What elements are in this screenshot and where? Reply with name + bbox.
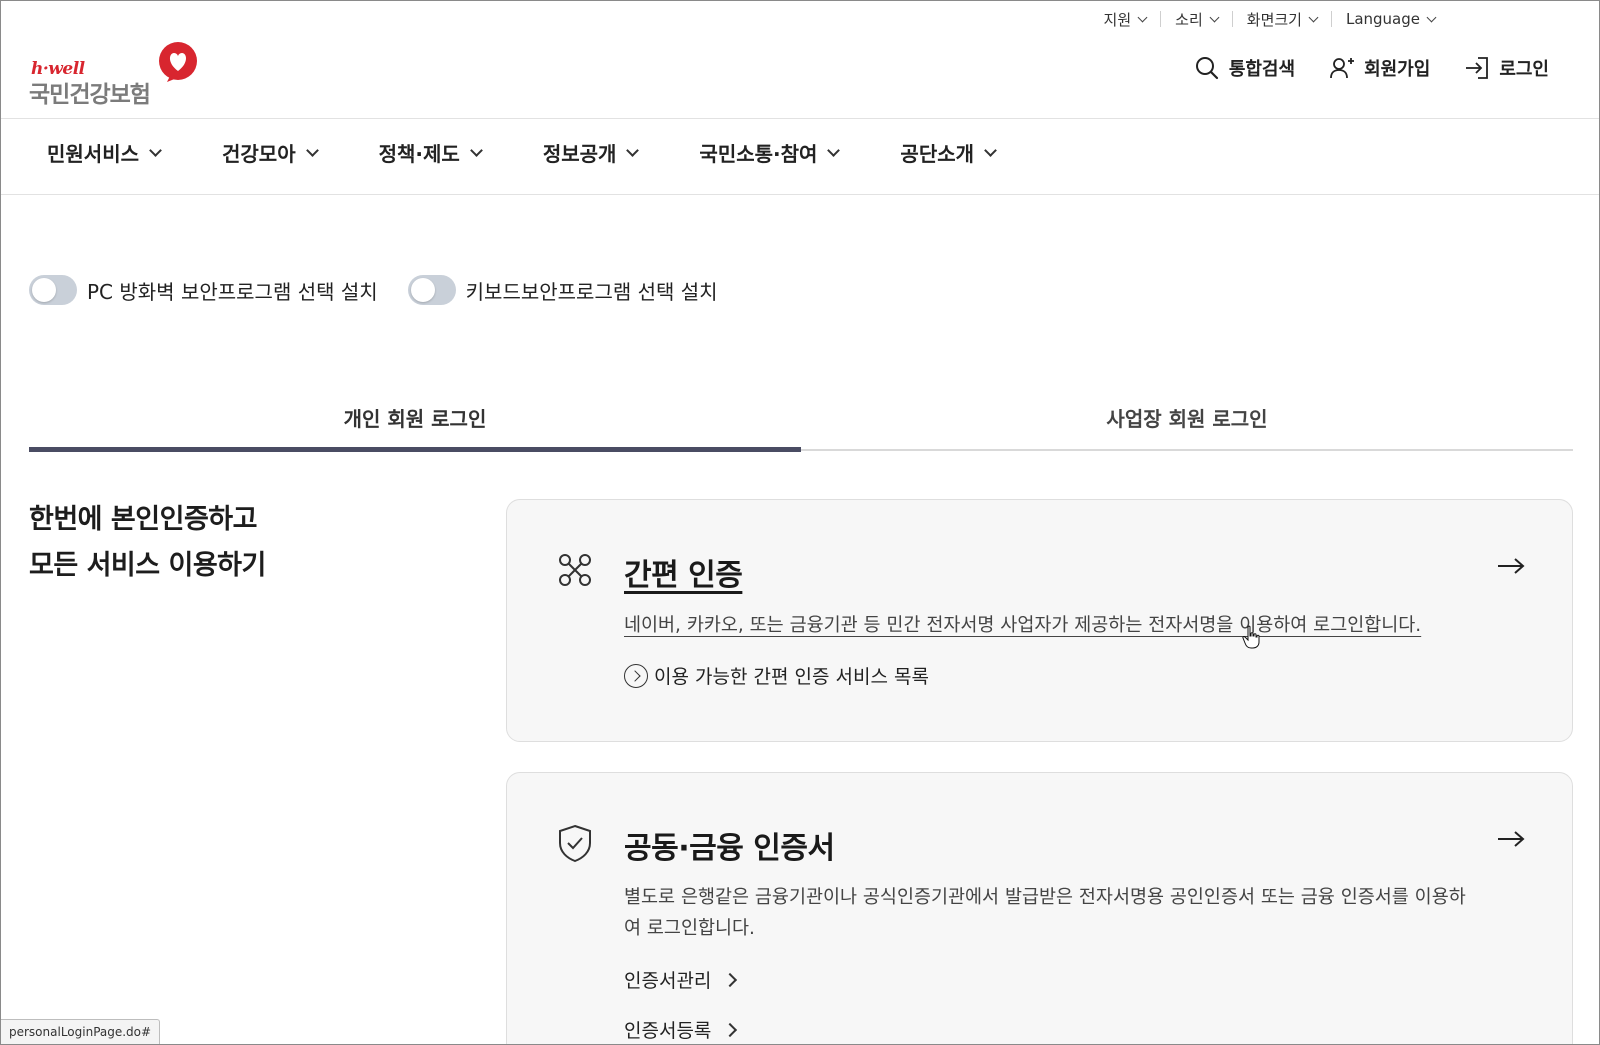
- firewall-toggle-label: PC 방화벽 보안프로그램 선택 설치: [87, 279, 378, 304]
- certificate-register-link[interactable]: 인증서등록: [624, 1016, 738, 1043]
- intro-line-1: 한번에 본인인증하고: [29, 504, 257, 535]
- signup-label: 회원가입: [1364, 59, 1431, 80]
- firewall-toggle[interactable]: [29, 275, 77, 305]
- hand-cursor-icon: [1242, 625, 1260, 649]
- login-label: 로그인: [1499, 59, 1549, 80]
- nav-label: 국민소통·참여: [699, 142, 818, 166]
- certificate-manage-link[interactable]: 인증서관리: [624, 966, 738, 993]
- util-screen-size-label: 화면크기: [1246, 10, 1302, 29]
- chevron-down-icon: [626, 143, 640, 157]
- chevron-down-icon: [1426, 12, 1437, 22]
- add-user-icon: [1330, 58, 1355, 79]
- nav-about[interactable]: 공단소개: [900, 138, 997, 167]
- search-label: 통합검색: [1228, 59, 1296, 80]
- chevron-right-icon: [723, 972, 738, 987]
- simple-auth-description[interactable]: 네이버, 카카오, 또는 금융기관 등 민간 전자서명 사업자가 제공하는 전자…: [624, 610, 1504, 641]
- command-icon: [559, 554, 591, 586]
- intro-heading: 한번에 본인인증하고 모든 서비스 이용하기: [29, 497, 266, 589]
- chevron-down-icon: [1308, 12, 1319, 22]
- certificate-auth-title[interactable]: 공동·금융 인증서: [624, 823, 835, 867]
- nav-label: 건강모아: [222, 142, 296, 166]
- simple-auth-service-list-link[interactable]: 이용 가능한 간편 인증 서비스 목록: [624, 662, 929, 689]
- chevron-down-icon: [469, 143, 483, 157]
- header-actions: 통합검색 회원가입 로그인: [1194, 55, 1549, 81]
- util-support[interactable]: 지원: [1090, 9, 1161, 30]
- nav-policy[interactable]: 정책·제도: [378, 138, 483, 167]
- intro-line-2: 모든 서비스 이용하기: [29, 550, 266, 581]
- logo-title: 국민건강보험: [29, 82, 151, 108]
- circle-chevron-right-icon: [624, 663, 648, 688]
- chevron-right-icon: [723, 1022, 738, 1037]
- chevron-down-icon: [1137, 12, 1148, 22]
- arrow-right-icon[interactable]: [1496, 829, 1526, 849]
- security-toggles: PC 방화벽 보안프로그램 선택 설치 키보드보안프로그램 선택 설치: [29, 275, 718, 305]
- firewall-toggle-row[interactable]: PC 방화벽 보안프로그램 선택 설치: [29, 275, 378, 305]
- certificate-auth-description: 별도로 은행같은 금융기관이나 공식인증기관에서 발급받은 전자서명용 공인인증…: [624, 887, 1466, 939]
- chevron-down-icon: [827, 143, 841, 157]
- nav-label: 정책·제도: [378, 142, 460, 166]
- login-tabs: 개인 회원 로그인 사업장 회원 로그인: [29, 393, 1573, 452]
- util-support-label: 지원: [1103, 10, 1132, 29]
- signup-button[interactable]: 회원가입: [1329, 55, 1430, 81]
- chevron-down-icon: [984, 143, 997, 157]
- chevron-down-icon: [149, 143, 162, 157]
- nav-label: 정보공개: [542, 142, 617, 166]
- header-divider: [1, 118, 1599, 119]
- certificate-manage-label: 인증서관리: [624, 970, 712, 992]
- util-screen-size[interactable]: 화면크기: [1233, 9, 1331, 30]
- keyboard-toggle-row[interactable]: 키보드보안프로그램 선택 설치: [407, 275, 718, 305]
- keyboard-security-toggle[interactable]: [407, 275, 456, 305]
- chevron-down-icon: [1209, 12, 1220, 22]
- nav-health-moa[interactable]: 건강모아: [222, 138, 319, 167]
- tab-personal-login[interactable]: 개인 회원 로그인: [29, 393, 801, 452]
- utility-bar: 지원 소리 화면크기 Language: [1090, 7, 1449, 31]
- simple-auth-card[interactable]: 간편 인증 네이버, 카카오, 또는 금융기관 등 민간 전자서명 사업자가 제…: [506, 499, 1573, 742]
- chevron-down-icon: [305, 143, 319, 157]
- nav-label: 민원서비스: [47, 142, 139, 166]
- util-language-label: Language: [1345, 10, 1420, 28]
- heart-logo-icon: [159, 42, 197, 82]
- site-logo[interactable]: h·well 국민건강보험: [29, 41, 204, 108]
- login-button[interactable]: 로그인: [1464, 55, 1549, 81]
- util-sound[interactable]: 소리: [1161, 9, 1232, 30]
- tab-business-login[interactable]: 사업장 회원 로그인: [801, 393, 1573, 449]
- status-bar-url: personalLoginPage.do#: [1, 1019, 161, 1044]
- shield-check-icon: [559, 824, 591, 863]
- arrow-right-icon[interactable]: [1496, 556, 1526, 576]
- util-language[interactable]: Language: [1332, 10, 1449, 28]
- nav-participation[interactable]: 국민소통·참여: [699, 138, 841, 167]
- service-list-label: 이용 가능한 간편 인증 서비스 목록: [654, 666, 929, 688]
- nav-divider: [1, 194, 1599, 195]
- nav-civil-service[interactable]: 민원서비스: [47, 138, 162, 167]
- search-button[interactable]: 통합검색: [1194, 55, 1295, 81]
- search-icon: [1195, 57, 1218, 80]
- nav-label: 공단소개: [900, 142, 975, 166]
- browser-viewport: 지원 소리 화면크기 Language h·well 국민건강보험 통합검색 회…: [0, 0, 1600, 1045]
- login-icon: [1466, 57, 1489, 79]
- keyboard-toggle-label: 키보드보안프로그램 선택 설치: [465, 279, 718, 304]
- certificate-register-label: 인증서등록: [624, 1020, 712, 1042]
- main-navigation: 민원서비스 건강모아 정책·제도 정보공개 국민소통·참여 공단소개: [47, 138, 997, 167]
- certificate-auth-card[interactable]: 공동·금융 인증서 별도로 은행같은 금융기관이나 공식인증기관에서 발급받은 …: [506, 772, 1573, 1044]
- nav-disclosure[interactable]: 정보공개: [542, 138, 640, 167]
- util-sound-label: 소리: [1175, 10, 1203, 29]
- simple-auth-title[interactable]: 간편 인증: [624, 550, 743, 594]
